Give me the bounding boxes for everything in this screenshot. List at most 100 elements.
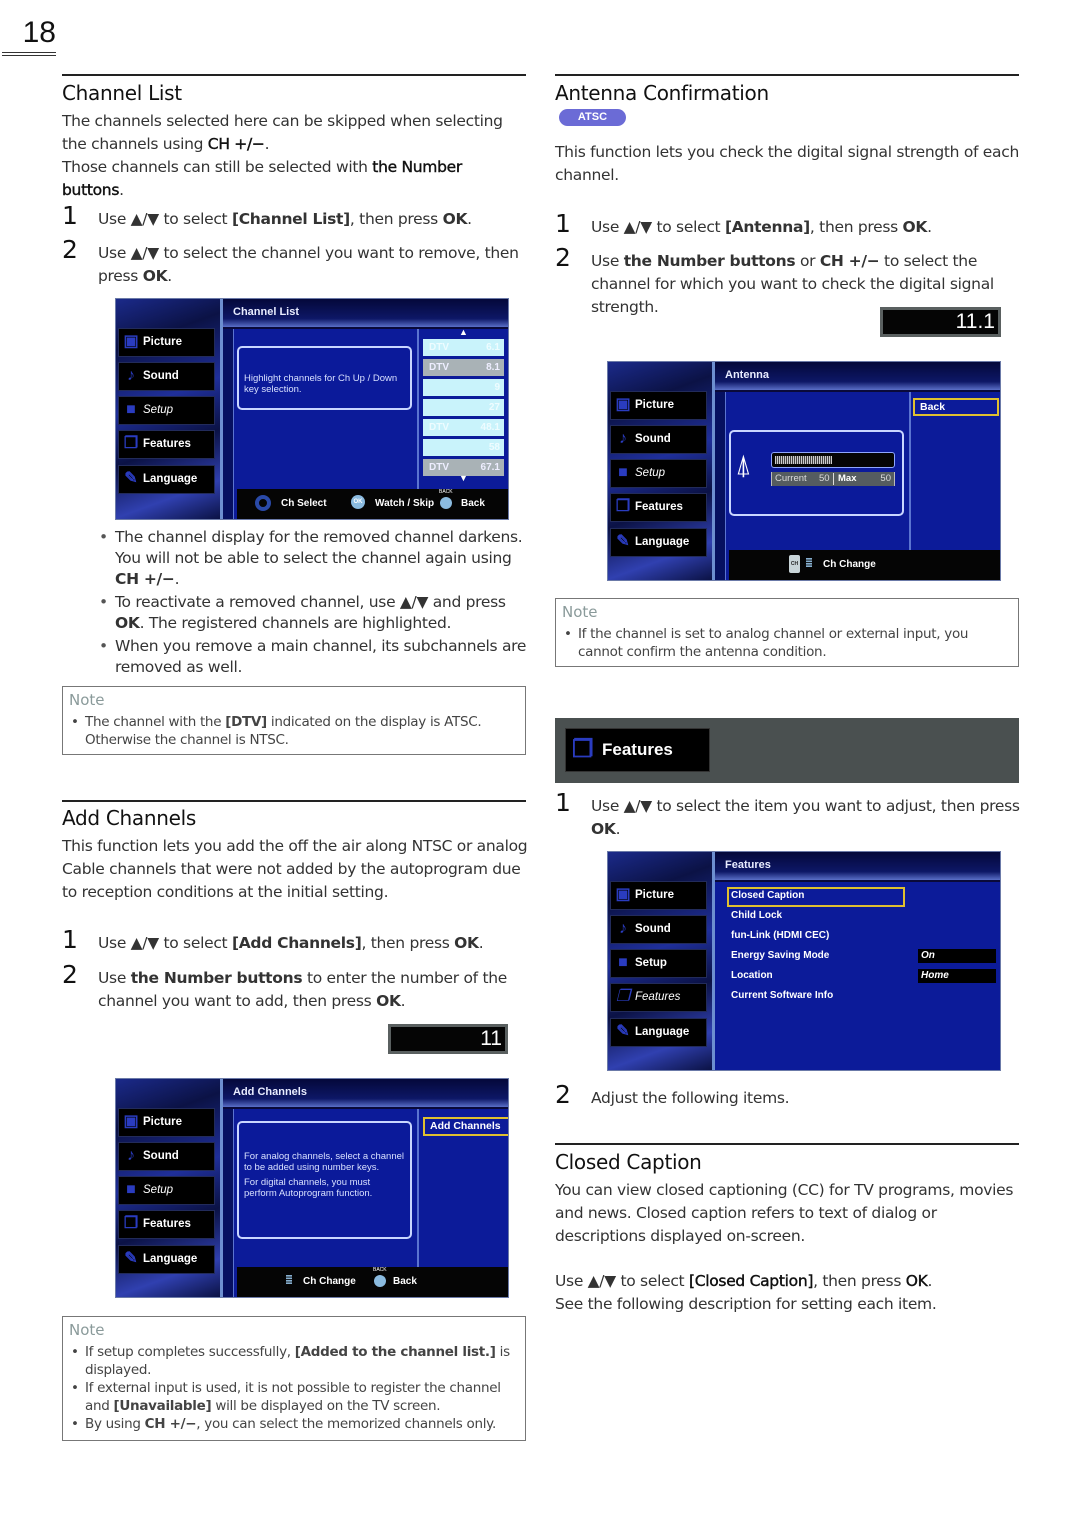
feature-item[interactable]: Current Software Info	[731, 990, 833, 1001]
section-divider	[555, 74, 1019, 76]
back-button-icon	[440, 497, 452, 509]
note-box: Note If setup completes successfully, [A…	[62, 1316, 526, 1441]
screen-footer: ⁞⁞⁞ Ch Change BACK Back	[237, 1267, 508, 1297]
language-icon: ✎	[124, 1250, 138, 1267]
menu-item-picture[interactable]: ▣ Picture	[610, 881, 707, 910]
menu-item-features[interactable]: ❐ Features	[118, 1210, 215, 1239]
note-item: By using CH +/−, you can select the memo…	[69, 1415, 519, 1433]
channel-row[interactable]: 58	[423, 439, 504, 456]
picture-icon: ▣	[615, 396, 631, 413]
list-item: The channel display for the removed chan…	[97, 527, 527, 590]
feature-value: On	[918, 949, 996, 963]
menu-item-picture[interactable]: ▣ Picture	[118, 1108, 215, 1137]
dpad-icon	[255, 495, 271, 511]
menu-item-sound[interactable]: ♪ Sound	[118, 362, 215, 391]
menu-item-picture[interactable]: ▣ Picture	[610, 391, 707, 420]
channel-list-step-1: 1 Use ▲/▼ to select [Channel List], then…	[62, 201, 472, 230]
ch-rocker-icon: CH	[789, 555, 800, 573]
ok-button-icon: OK	[351, 495, 365, 509]
channel-number: 27	[488, 402, 500, 413]
music-note-icon: ♪	[127, 1147, 135, 1164]
channel-number: 67.1	[480, 462, 500, 473]
menu-item-setup[interactable]: ■ Setup	[610, 949, 707, 978]
add-channels-button[interactable]: Add Channels	[423, 1117, 508, 1136]
channel-row[interactable]: DTV 8.1	[423, 359, 504, 376]
back-button[interactable]: Back	[913, 398, 999, 416]
channel-list-bullets: The channel display for the removed chan…	[97, 527, 527, 680]
channel-number-display: 11.1	[880, 307, 1001, 337]
info-box: For analog channels, select a channel to…	[237, 1121, 412, 1239]
menu-item-sound[interactable]: ♪ Sound	[610, 915, 707, 944]
menu-item-sound[interactable]: ♪ Sound	[610, 425, 707, 454]
note-box: Note The channel with the [DTV] indicate…	[62, 686, 526, 755]
picture-icon: ▣	[123, 333, 139, 350]
signal-meter-box: ⍋ Current 50 Max 50	[729, 430, 904, 516]
setup-icon: ■	[126, 1181, 136, 1198]
channel-number: 9	[494, 382, 500, 393]
features-icon: ❐	[572, 736, 594, 763]
scroll-down-icon[interactable]: ▼	[459, 473, 468, 483]
channel-row[interactable]: DTV 6.1	[423, 339, 504, 356]
add-channels-screen: ▣ Picture ♪ Sound ■ Setup ❐ Features ✎ Langua…	[115, 1078, 509, 1298]
list-item: To reactivate a removed channel, use ▲/▼…	[97, 592, 527, 634]
feature-item[interactable]: fun-Link (HDMI CEC)	[731, 930, 829, 941]
menu-item-language[interactable]: ✎ Language	[610, 1018, 707, 1047]
channel-list-step-2: 2 Use ▲/▼ to select the channel you want…	[62, 235, 519, 285]
channel-row[interactable]: DTV 48.1	[423, 419, 504, 436]
channel-type: DTV	[429, 462, 449, 473]
music-note-icon: ♪	[127, 367, 135, 384]
section-divider	[62, 74, 526, 76]
menu-item-features[interactable]: ❐ Features	[610, 493, 707, 522]
menu-item-setup[interactable]: ■ Setup	[610, 459, 707, 488]
music-note-icon: ♪	[619, 430, 627, 447]
features-header-bar: ❐ Features	[555, 718, 1019, 783]
channel-list-heading: Channel List	[62, 81, 182, 105]
features-step-2: 2 Adjust the following items.	[555, 1080, 790, 1109]
menu-item-language[interactable]: ✎ Language	[610, 528, 707, 557]
info-box: Highlight channels for Ch Up / Down key …	[237, 346, 412, 410]
menu-item-sound[interactable]: ♪ Sound	[118, 1142, 215, 1171]
section-divider	[555, 1143, 1019, 1145]
features-icon: ❐	[615, 498, 631, 515]
features-icon: ❐	[123, 1215, 139, 1232]
feature-item[interactable]: Closed Caption	[731, 890, 804, 901]
menu-item-features[interactable]: ❐ Features	[118, 430, 215, 459]
signal-readout: Current 50 Max 50	[771, 472, 895, 486]
signal-strength-bar	[771, 452, 895, 468]
note-item: The channel with the [DTV] indicated on …	[69, 713, 519, 749]
feature-item[interactable]: Child Lock	[731, 910, 782, 921]
scroll-up-icon[interactable]: ▲	[459, 327, 468, 337]
add-channels-intro: This function lets you add the off the a…	[62, 837, 528, 901]
add-channels-step-1: 1 Use ▲/▼ to select [Add Channels], then…	[62, 925, 484, 954]
channel-list-screen: ▣ Picture ♪ Sound ■ Setup ❐ Features ✎ Langua…	[115, 298, 509, 520]
screen-title: Features	[715, 852, 1000, 880]
channel-row[interactable]: 27	[423, 399, 504, 416]
menu-item-language[interactable]: ✎ Language	[118, 1245, 215, 1274]
screen-title: Add Channels	[223, 1079, 508, 1107]
feature-value: Home	[918, 969, 996, 983]
menu-item-language[interactable]: ✎ Language	[118, 465, 215, 494]
channel-number: 58	[488, 442, 500, 453]
features-screen: ▣ Picture ♪ Sound ■ Setup ❐ Features ✎ Langua…	[607, 851, 1001, 1071]
menu-sidebar: ▣ Picture ♪ Sound ■ Setup ❐ Features ✎ Langua…	[608, 852, 712, 1070]
menu-item-features[interactable]: ❐ Features	[610, 983, 707, 1012]
menu-item-setup[interactable]: ■ Setup	[118, 1176, 215, 1205]
menu-item-picture[interactable]: ▣ Picture	[118, 328, 215, 357]
antenna-screen: ▣ Picture ♪ Sound ■ Setup ❐ Features ✎ Langua…	[607, 361, 1001, 581]
antenna-heading: Antenna Confirmation	[555, 81, 769, 105]
language-icon: ✎	[616, 533, 630, 550]
closed-caption-instructions: Use ▲/▼ to select [Closed Caption], then…	[555, 1272, 937, 1313]
note-item: If setup completes successfully, [Added …	[69, 1343, 519, 1379]
feature-item[interactable]: Energy Saving Mode	[731, 950, 829, 961]
language-icon: ✎	[124, 470, 138, 487]
channel-row[interactable]: 9	[423, 379, 504, 396]
antenna-step-1: 1 Use ▲/▼ to select [Antenna], then pres…	[555, 209, 932, 238]
menu-sidebar: ▣ Picture ♪ Sound ■ Setup ❐ Features ✎ Langua…	[116, 299, 220, 519]
closed-caption-intro: You can view closed captioning (CC) for …	[555, 1181, 1014, 1245]
feature-item[interactable]: Location	[731, 970, 773, 981]
note-item: If external input is used, it is not pos…	[69, 1379, 519, 1415]
menu-item-setup[interactable]: ■ Setup	[118, 396, 215, 425]
features-icon: ❐	[615, 988, 631, 1005]
channel-list-intro: The channels selected here can be skippe…	[62, 112, 503, 199]
menu-sidebar: ▣ Picture ♪ Sound ■ Setup ❐ Features ✎ Langua…	[116, 1079, 220, 1297]
